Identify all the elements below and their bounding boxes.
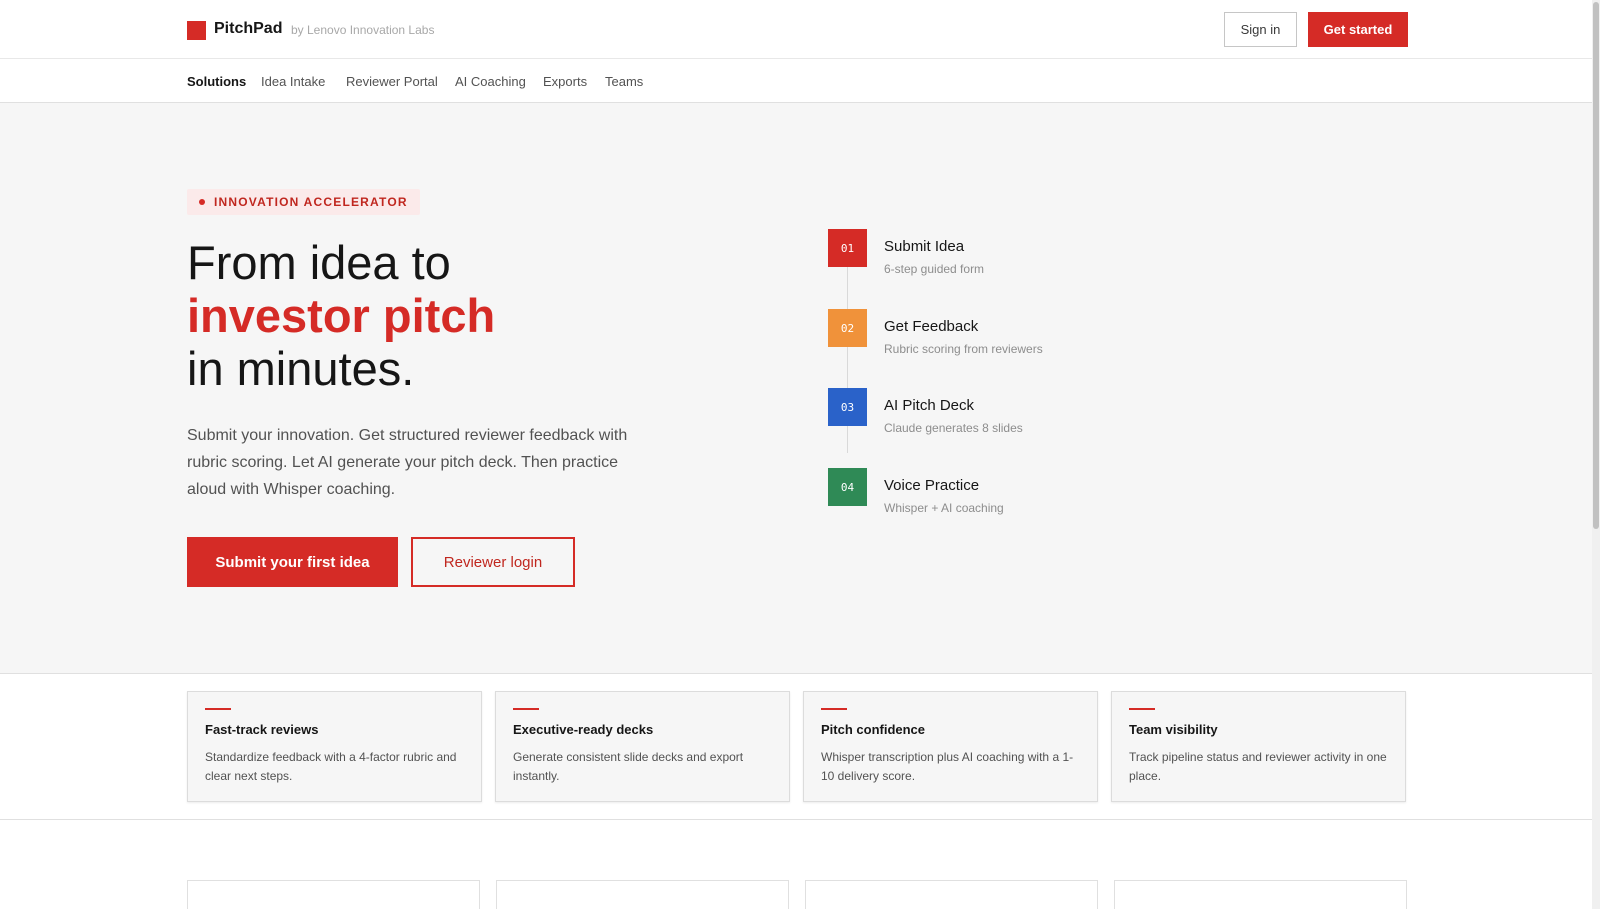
feature-card-team-visibility: Team visibility Track pipeline status an… <box>1111 691 1406 802</box>
step-subtitle: 6-step guided form <box>884 262 985 276</box>
card-title: Pitch confidence <box>821 722 926 737</box>
step-title: Get Feedback <box>884 318 979 335</box>
step-subtitle: Claude generates 8 slides <box>884 421 1023 435</box>
step-subtitle: Rubric scoring from reviewers <box>884 342 1043 356</box>
submit-idea-button[interactable]: Submit your first idea <box>187 537 398 587</box>
brand-logo-icon[interactable] <box>187 21 206 40</box>
headline-line-2: investor pitch <box>187 289 496 342</box>
card-description: Whisper transcription plus AI coaching w… <box>821 750 1074 783</box>
hero-section: INNOVATION ACCELERATOR From idea to inve… <box>0 103 1592 674</box>
card-accent-line <box>1129 708 1155 710</box>
nav-item-teams[interactable]: Teams <box>605 74 643 89</box>
headline-line-3: in minutes. <box>187 342 415 395</box>
card-description: Track pipeline status and reviewer activ… <box>1129 750 1387 783</box>
feature-card-executive-decks: Executive-ready decks Generate consisten… <box>495 691 790 802</box>
card-accent-line <box>205 708 231 710</box>
get-started-button[interactable]: Get started <box>1308 12 1408 47</box>
step-title: Submit Idea <box>884 238 965 255</box>
lower-card <box>1114 880 1407 909</box>
step-title: AI Pitch Deck <box>884 397 975 414</box>
step-number: 01 <box>828 229 867 267</box>
card-accent-line <box>821 708 847 710</box>
nav-item-solutions[interactable]: Solutions <box>187 74 246 89</box>
card-title: Team visibility <box>1129 722 1218 737</box>
features-section: Fast-track reviews Standardize feedback … <box>0 674 1592 820</box>
card-title: Fast-track reviews <box>205 722 319 737</box>
step-number: 03 <box>828 388 867 426</box>
card-accent-line <box>513 708 539 710</box>
top-bar: PitchPad by Lenovo Innovation Labs Sign … <box>0 0 1592 59</box>
feature-card-pitch-confidence: Pitch confidence Whisper transcription p… <box>803 691 1098 802</box>
headline-line-1: From idea to <box>187 236 451 289</box>
brand-name[interactable]: PitchPad <box>214 20 282 38</box>
hero-description: Submit your innovation. Get structured r… <box>187 427 628 498</box>
step-title: Voice Practice <box>884 477 980 494</box>
lower-section <box>0 821 1592 909</box>
brand-subtitle: by Lenovo Innovation Labs <box>291 23 435 37</box>
feature-card-fast-track: Fast-track reviews Standardize feedback … <box>187 691 482 802</box>
vertical-scrollbar[interactable] <box>1592 0 1600 909</box>
reviewer-login-button[interactable]: Reviewer login <box>411 537 575 587</box>
pill-label: INNOVATION ACCELERATOR <box>214 195 408 209</box>
nav-item-exports[interactable]: Exports <box>543 74 587 89</box>
nav-item-ai-coaching[interactable]: AI Coaching <box>455 74 526 89</box>
sign-in-button[interactable]: Sign in <box>1224 12 1297 47</box>
nav-item-idea-intake[interactable]: Idea Intake <box>261 74 325 89</box>
card-description: Generate consistent slide decks and expo… <box>513 750 744 783</box>
sub-navigation: Solutions Idea Intake Reviewer Portal AI… <box>0 60 1592 103</box>
nav-item-reviewer-portal[interactable]: Reviewer Portal <box>346 74 438 89</box>
step-number: 02 <box>828 309 867 347</box>
lower-card <box>187 880 480 909</box>
card-title: Executive-ready decks <box>513 722 654 737</box>
dot-icon <box>199 199 205 205</box>
category-pill: INNOVATION ACCELERATOR <box>187 189 420 215</box>
lower-card <box>805 880 1098 909</box>
step-number: 04 <box>828 468 867 506</box>
card-description: Standardize feedback with a 4-factor rub… <box>205 750 457 783</box>
lower-card <box>496 880 789 909</box>
scrollbar-thumb[interactable] <box>1593 2 1599 529</box>
step-subtitle: Whisper + AI coaching <box>884 501 1004 515</box>
